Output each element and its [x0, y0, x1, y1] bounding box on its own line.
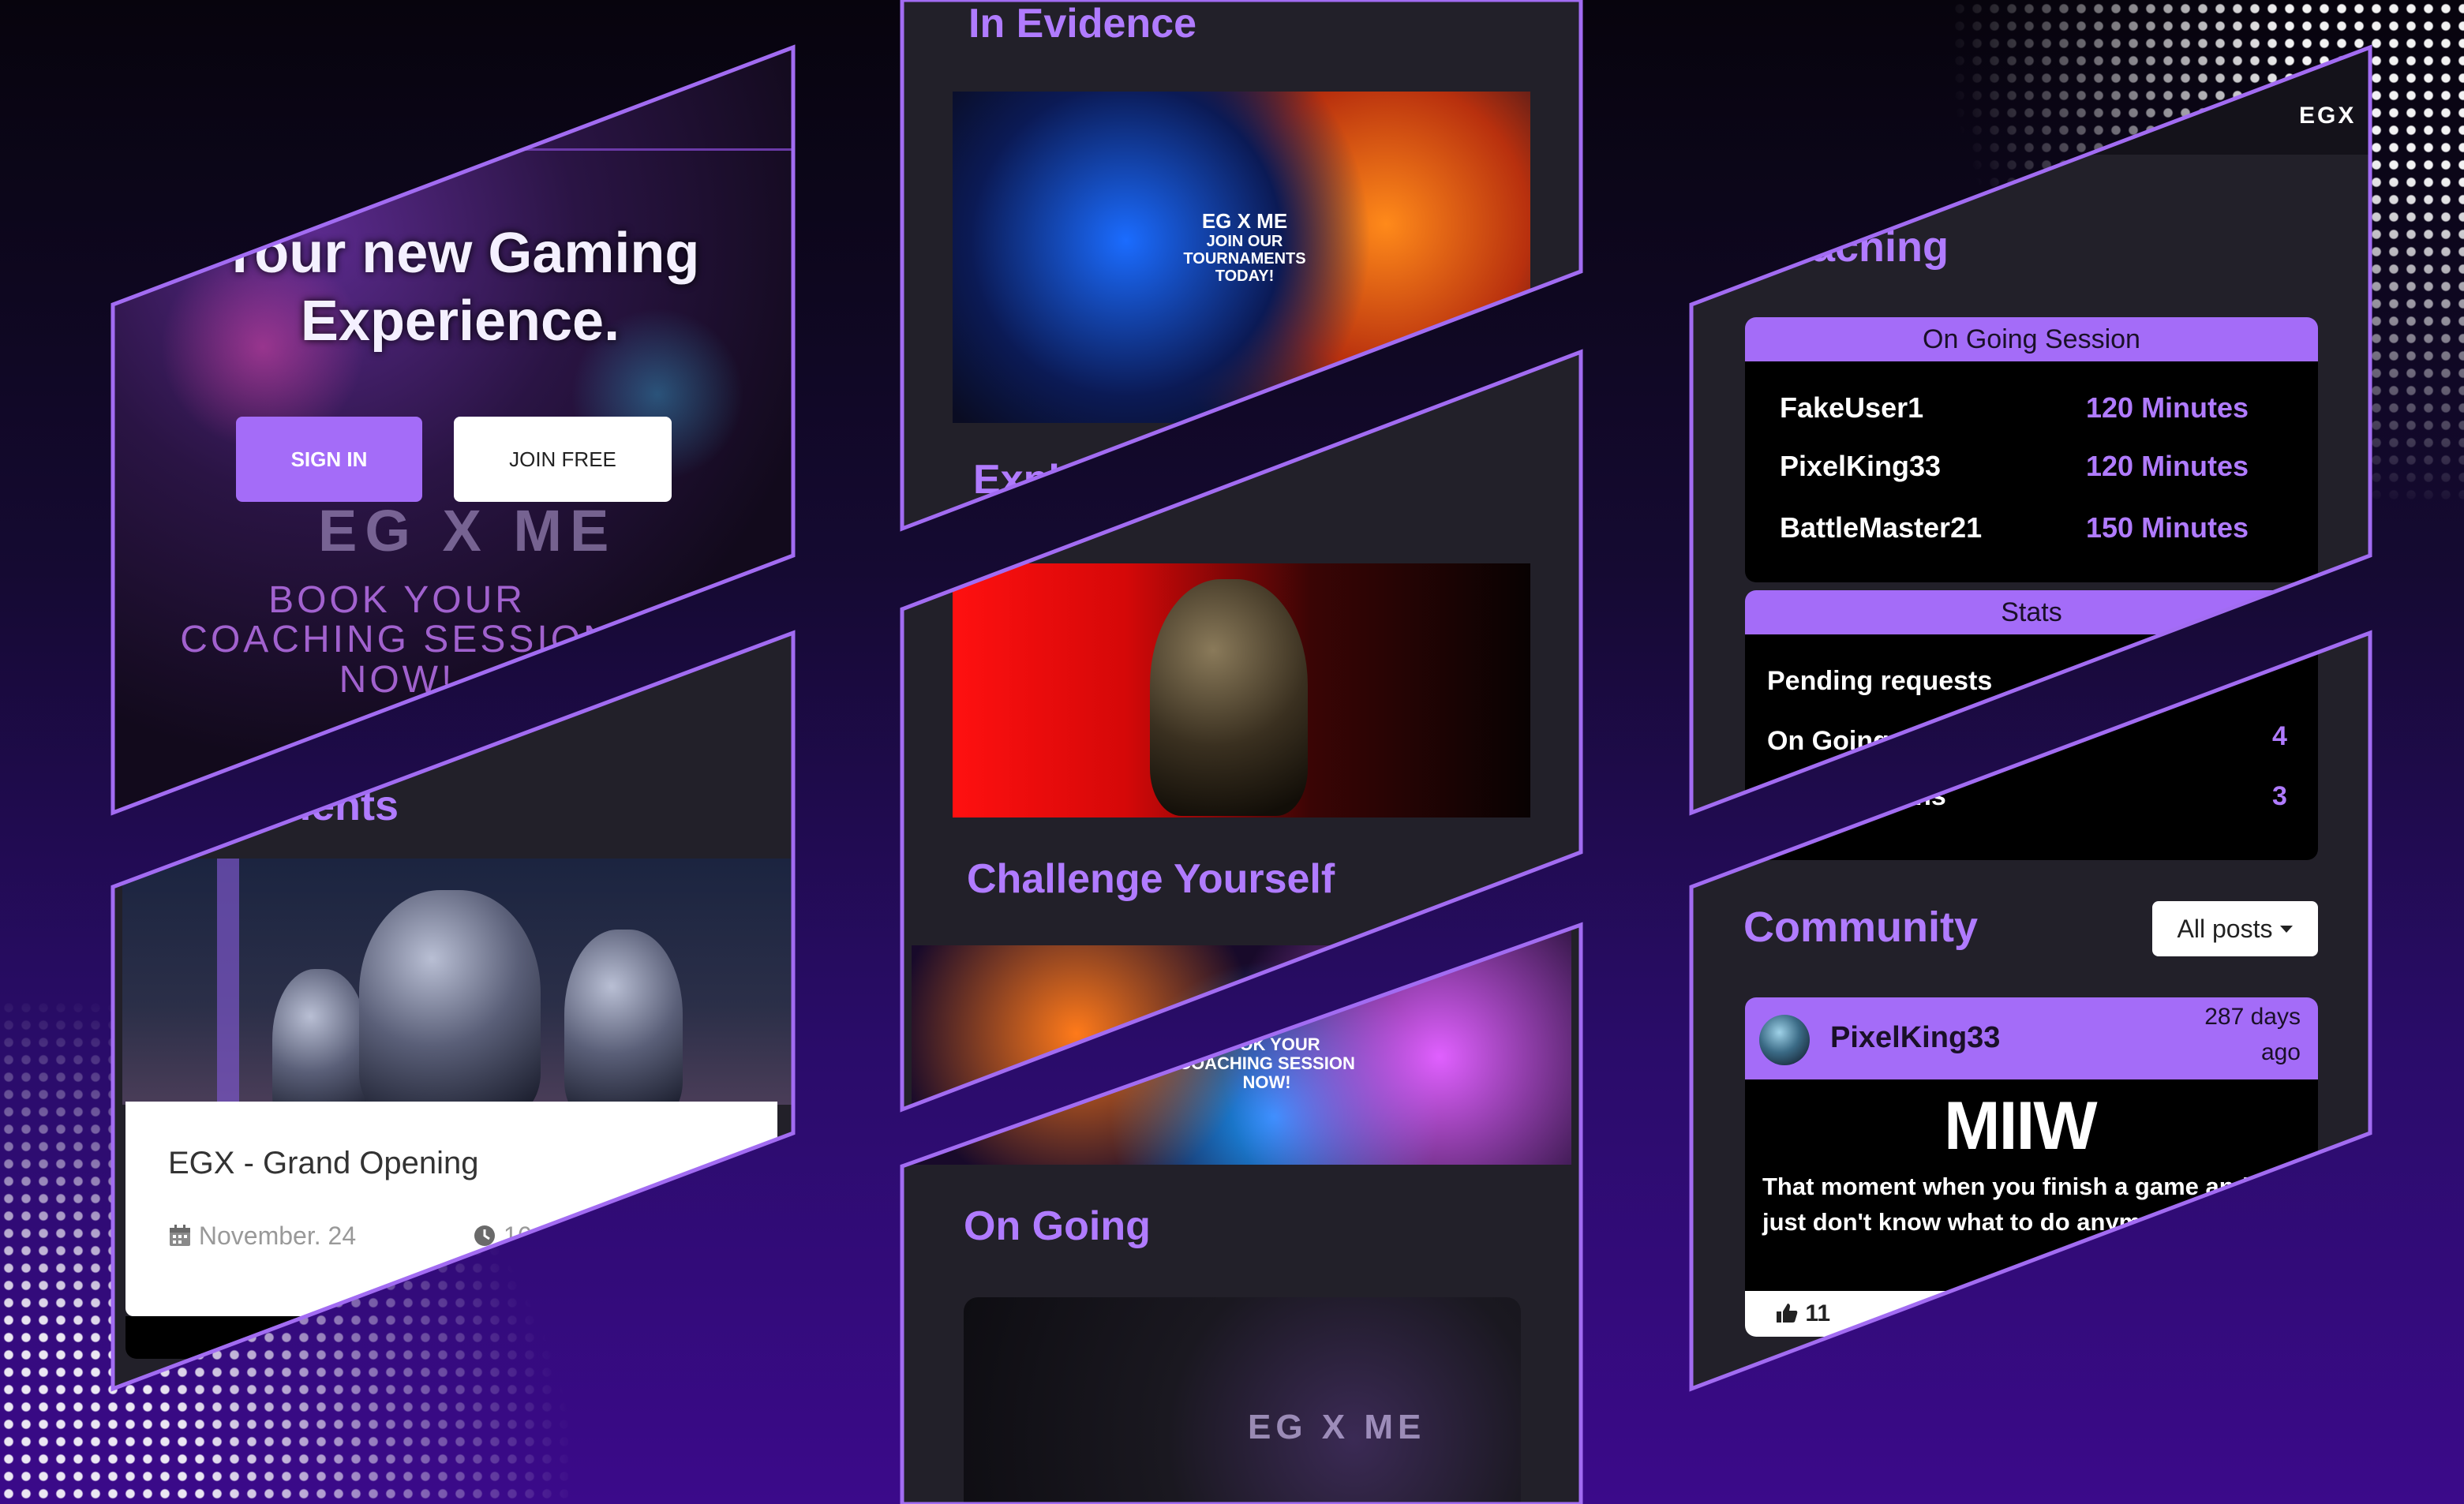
- avatar[interactable]: [1759, 1015, 1810, 1065]
- poster-text: BOOK YOUR COACHING SESSION NOW!: [180, 579, 614, 701]
- nav-brand[interactable]: EGX: [2299, 103, 2356, 129]
- on-going-logo: EG X ME: [1248, 1408, 1426, 1446]
- session-user[interactable]: FakeUser1: [1780, 391, 1923, 425]
- tournament-image[interactable]: [122, 859, 793, 1127]
- coaching-banner-lower-text: BOOK YOUR COACHING SESSION NOW!: [1178, 1034, 1355, 1093]
- stat-label: Past sessions: [1767, 781, 1946, 811]
- challenge-heading: Challenge Yourself: [967, 856, 1335, 902]
- on-going-heading: On Going: [964, 1203, 1151, 1249]
- stats-header: Stats: [1745, 590, 2318, 634]
- on-going-image[interactable]: EG X ME: [964, 1297, 1521, 1504]
- session-duration: 120 Minutes: [2086, 450, 2249, 482]
- like-count: 11: [1805, 1300, 1831, 1326]
- calendar-icon: [170, 1225, 190, 1246]
- community-post[interactable]: PixelKing33 287 days ago MIIW That momen…: [1745, 997, 2318, 1337]
- post-timestamp: 287 days ago: [2204, 1004, 2301, 1065]
- hero-title: Your new Gaming Experience.: [220, 222, 700, 354]
- session-user[interactable]: BattleMaster21: [1780, 511, 1982, 544]
- stat-value: 4: [2272, 721, 2287, 751]
- sign-in-button[interactable]: SIGN IN: [236, 417, 422, 502]
- poster-logo: EG X ME: [318, 498, 617, 563]
- session-duration: 150 Minutes: [2086, 511, 2249, 544]
- cod-banner[interactable]: [953, 563, 1530, 817]
- in-evidence-heading: In Evidence: [968, 1, 1196, 47]
- like-button[interactable]: 11: [1775, 1300, 1830, 1327]
- session-duration: 120 Minutes: [2086, 391, 2249, 424]
- tournament-card-title: EGX - Grand Opening: [168, 1146, 479, 1180]
- on-going-session-box: On Going Session FakeUser1 120 Minutes P…: [1745, 317, 2318, 582]
- caret-down-icon: [2280, 925, 2294, 933]
- tournament-date: November. 24: [168, 1222, 356, 1251]
- explore-heading: Explore: [973, 457, 1124, 503]
- post-text: That moment when you finish a game and j…: [1762, 1173, 2249, 1236]
- clock-icon: [474, 1225, 495, 1246]
- on-going-session-header: On Going Session: [1745, 317, 2318, 361]
- thumbs-up-icon: [1777, 1304, 1798, 1323]
- session-user[interactable]: PixelKing33: [1780, 450, 1941, 483]
- community-heading: Community: [1743, 904, 1978, 951]
- like-bar: 11: [1745, 1291, 2318, 1337]
- stat-label: On Going: [1767, 726, 1889, 756]
- post-header: PixelKing33 287 days ago: [1745, 997, 2318, 1079]
- stat-value: 3: [2272, 781, 2287, 811]
- post-filter-dropdown[interactable]: All posts: [2152, 901, 2318, 956]
- stat-label: Pending requests: [1767, 666, 1993, 696]
- post-username[interactable]: PixelKing33: [1830, 1021, 2000, 1055]
- post-filter-label: All posts: [2177, 914, 2273, 943]
- join-free-button[interactable]: JOIN FREE: [454, 417, 672, 502]
- game-logo: MIIW: [1944, 1088, 2098, 1164]
- tournaments-banner-text: EG X ME JOIN OUR TOURNAMENTS TODAY!: [1183, 209, 1306, 285]
- tournaments-banner[interactable]: EG X ME JOIN OUR TOURNAMENTS TODAY!: [953, 92, 1530, 423]
- coaching-heading: Coaching: [1754, 223, 1949, 271]
